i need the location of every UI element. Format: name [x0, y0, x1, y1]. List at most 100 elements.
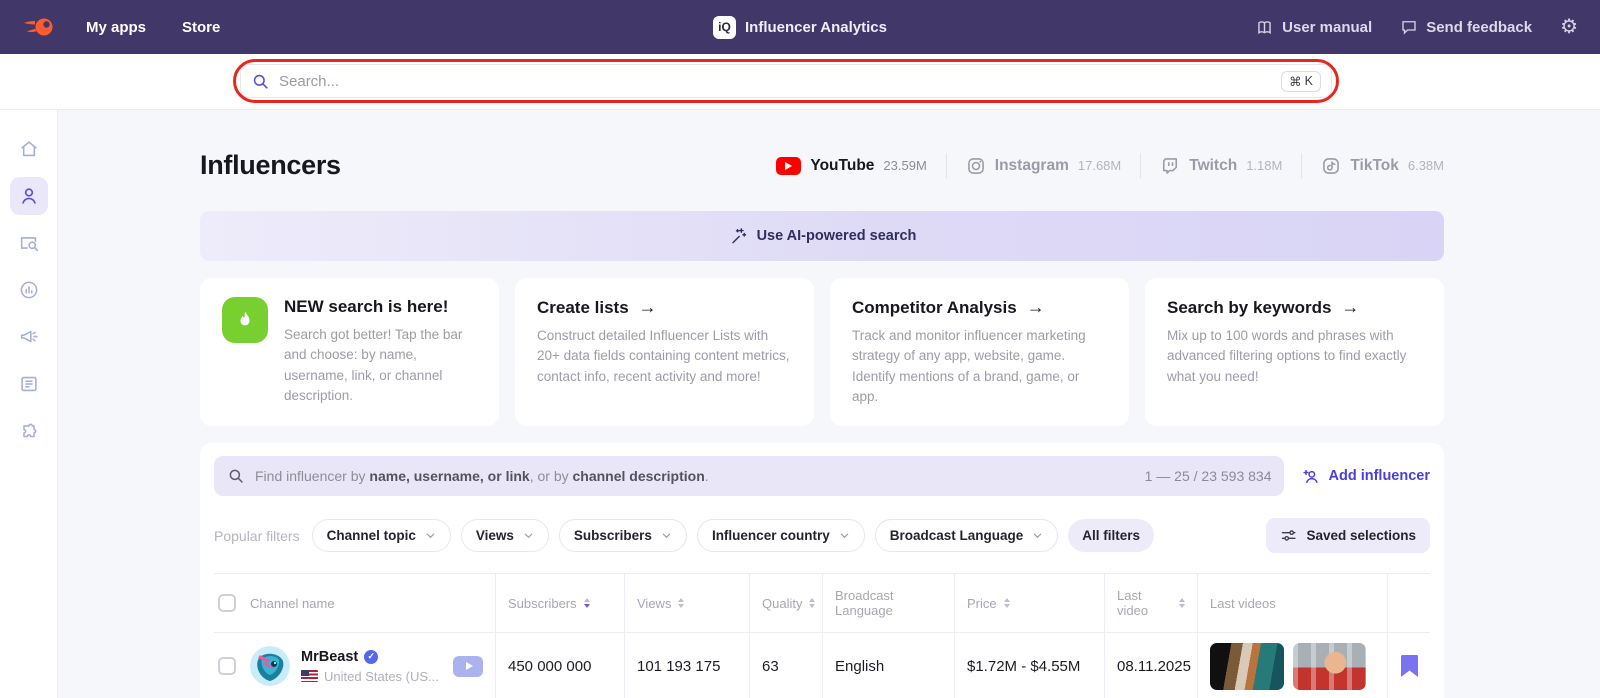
keyboard-shortcut-badge: ⌘ K: [1281, 70, 1321, 92]
filter-label: Channel topic: [326, 528, 416, 543]
chart-circle-icon: [20, 281, 37, 299]
card-body: Search got better! Tap the bar and choos…: [284, 327, 463, 403]
filter-subscribers[interactable]: Subscribers: [558, 519, 687, 552]
tab-tiktok[interactable]: TikTok 6.38M: [1321, 156, 1444, 176]
arrow-right-icon: →: [1341, 297, 1359, 317]
tab-instagram[interactable]: Instagram 17.68M: [966, 156, 1121, 176]
sort-icon[interactable]: [1179, 595, 1185, 611]
top-navigation-bar: My apps Store iQ Influencer Analytics Us…: [0, 0, 1600, 54]
card-search-by-keywords[interactable]: Search by keywords → Mix up to 100 words…: [1145, 278, 1444, 426]
sort-icon[interactable]: [583, 595, 590, 611]
find-influencer-search-bar[interactable]: Find influencer by name, username, or li…: [214, 456, 1285, 496]
table-header-row: Channel name Subscribers Views Quality B…: [214, 573, 1430, 633]
tab-label: Twitch: [1189, 156, 1238, 174]
sliders-icon: [1282, 530, 1296, 541]
puzzle-icon: [22, 423, 36, 438]
col-views[interactable]: Views: [625, 574, 750, 632]
video-thumbnail[interactable]: [1210, 642, 1284, 690]
influencer-list-panel: Find influencer by name, username, or li…: [200, 443, 1444, 698]
sort-icon[interactable]: [1003, 595, 1010, 611]
filter-influencer-country[interactable]: Influencer country: [696, 519, 865, 552]
card-create-lists[interactable]: Create lists → Construct detailed Influe…: [515, 278, 814, 426]
instagram-icon: [966, 156, 986, 176]
add-influencer-label: Add influencer: [1328, 468, 1430, 484]
tab-youtube[interactable]: YouTube 23.59M: [776, 156, 927, 175]
col-last-video[interactable]: Last video: [1105, 574, 1198, 632]
col-quality[interactable]: Quality: [750, 574, 823, 632]
sort-icon[interactable]: [678, 595, 685, 611]
sidebar-item-reports[interactable]: [10, 365, 48, 403]
chevron-down-icon: [840, 533, 849, 539]
row-checkbox[interactable]: [218, 657, 236, 675]
sidebar-item-influencers[interactable]: [9, 177, 48, 215]
tab-count: 1.18M: [1246, 158, 1283, 173]
send-feedback-link[interactable]: Send feedback: [1400, 18, 1532, 36]
left-sidebar: [0, 110, 58, 698]
filters-row: Popular filters Channel topic Views Subs…: [214, 518, 1430, 553]
col-last-videos: Last videos: [1198, 574, 1388, 632]
flame-badge-icon: [222, 297, 268, 343]
sidebar-item-integrations[interactable]: [10, 412, 48, 450]
ai-powered-search-banner[interactable]: Use AI-powered search: [200, 211, 1444, 261]
col-subscribers[interactable]: Subscribers: [496, 574, 625, 632]
person-add-icon: [1303, 469, 1319, 483]
filter-channel-topic[interactable]: Channel topic: [311, 519, 451, 552]
chevron-down-icon: [662, 533, 671, 539]
sidebar-item-analytics[interactable]: [10, 271, 48, 309]
send-feedback-label: Send feedback: [1426, 18, 1533, 36]
channel-name[interactable]: MrBeast: [301, 649, 358, 665]
result-count: 1 — 25 / 23 593 834: [1144, 468, 1272, 484]
nav-my-apps[interactable]: My apps: [86, 19, 146, 36]
nav-store[interactable]: Store: [182, 19, 220, 36]
influencer-analytics-app-icon: iQ: [713, 15, 736, 39]
tab-label: TikTok: [1350, 156, 1399, 174]
saved-selections-label: Saved selections: [1306, 528, 1416, 543]
video-thumbnail[interactable]: [1292, 642, 1366, 690]
col-price[interactable]: Price: [955, 574, 1105, 632]
megaphone-icon: [20, 330, 38, 343]
semrush-logo[interactable]: [22, 12, 58, 42]
col-broadcast-language: Broadcast Language: [823, 574, 955, 632]
card-new-search[interactable]: NEW search is here! Search got better! T…: [200, 278, 499, 426]
youtube-icon: [776, 156, 802, 175]
settings-gear-icon[interactable]: ⚙: [1560, 17, 1578, 37]
card-competitor-analysis[interactable]: Competitor Analysis → Track and monitor …: [830, 278, 1129, 426]
tab-count: 23.59M: [883, 158, 927, 173]
speech-bubble-icon: [1402, 21, 1416, 35]
card-body: Construct detailed Influencer Lists with…: [537, 328, 790, 384]
quality-value: 63: [750, 633, 823, 698]
divider: [945, 152, 947, 179]
card-title: Create lists: [537, 297, 629, 317]
sidebar-item-media-search[interactable]: [10, 224, 48, 262]
influencer-table: Channel name Subscribers Views Quality B…: [214, 573, 1430, 698]
arrow-right-icon: →: [638, 297, 657, 317]
tab-label: YouTube: [810, 156, 875, 174]
card-title: Competitor Analysis: [852, 297, 1017, 317]
main-content: Influencers YouTube 23.59M Instagram 17.…: [58, 110, 1600, 698]
k-key: K: [1304, 74, 1313, 88]
sort-icon[interactable]: [809, 595, 816, 611]
user-manual-link[interactable]: User manual: [1255, 18, 1372, 37]
sidebar-item-campaigns[interactable]: [10, 318, 48, 356]
youtube-play-badge[interactable]: [453, 655, 483, 677]
filter-label: Subscribers: [573, 528, 652, 543]
tab-twitch[interactable]: Twitch 1.18M: [1160, 156, 1282, 176]
language-value: English: [823, 633, 955, 698]
arrow-right-icon: →: [1026, 297, 1045, 317]
search-icon: [229, 469, 243, 483]
sidebar-item-home[interactable]: [10, 130, 48, 168]
divider: [1140, 152, 1142, 179]
bookmark-icon[interactable]: [1400, 655, 1418, 677]
table-row-mrbeast[interactable]: MrBeast ✓ United States (US... 450 000 0…: [214, 633, 1430, 698]
global-search-bar[interactable]: ⌘ K: [240, 64, 1332, 98]
select-all-checkbox[interactable]: [218, 594, 236, 612]
filter-broadcast-language[interactable]: Broadcast Language: [874, 519, 1059, 552]
global-search-input[interactable]: [279, 72, 1273, 90]
tiktok-icon: [1321, 156, 1341, 176]
filter-views[interactable]: Views: [460, 519, 549, 552]
filter-label: Views: [475, 528, 514, 543]
global-search-strip: ⌘ K: [0, 54, 1600, 110]
saved-selections-button[interactable]: Saved selections: [1266, 518, 1430, 553]
all-filters-button[interactable]: All filters: [1068, 519, 1155, 552]
add-influencer-button[interactable]: Add influencer: [1301, 466, 1430, 486]
